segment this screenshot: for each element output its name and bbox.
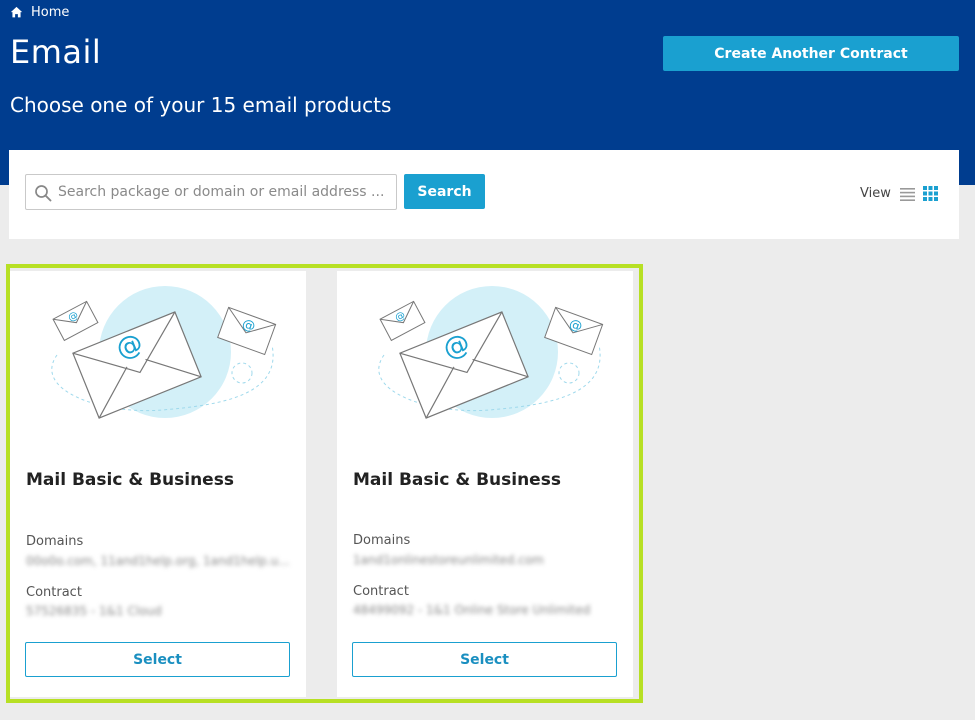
contract-label: Contract xyxy=(353,584,409,599)
product-card: @ @ @ Mail Basic & Business Domains 1and… xyxy=(337,271,633,697)
search-panel: Search View xyxy=(9,150,959,239)
contract-label: Contract xyxy=(26,585,82,600)
product-title: Mail Basic & Business xyxy=(353,470,561,490)
contract-value: 48499092 - 1&1 Online Store Unlimited xyxy=(353,603,591,617)
domains-label: Domains xyxy=(353,533,411,548)
search-box[interactable] xyxy=(25,174,397,210)
page-title: Email xyxy=(10,33,102,71)
breadcrumb-home-link[interactable]: Home xyxy=(31,5,69,20)
search-icon xyxy=(35,185,52,202)
home-icon xyxy=(10,6,23,18)
grid-view-icon[interactable] xyxy=(923,186,938,201)
view-label: View xyxy=(860,186,891,201)
breadcrumb[interactable]: Home xyxy=(10,5,69,20)
contract-value: 57526835 - 1&1 Cloud xyxy=(26,604,162,618)
product-title: Mail Basic & Business xyxy=(26,470,234,490)
domains-value: 1and1onlinestoreunlimited.com xyxy=(353,553,544,567)
email-envelopes-illustration: @ @ @ xyxy=(378,286,604,419)
domains-label: Domains xyxy=(26,534,84,549)
list-view-icon[interactable] xyxy=(900,187,915,201)
select-button[interactable]: Select xyxy=(25,642,290,677)
search-input[interactable] xyxy=(58,175,394,209)
page-subtitle: Choose one of your 15 email products xyxy=(10,93,392,117)
search-button[interactable]: Search xyxy=(404,174,485,209)
create-another-contract-button[interactable]: Create Another Contract xyxy=(663,36,959,71)
select-button[interactable]: Select xyxy=(352,642,617,677)
email-envelopes-illustration: @ @ @ xyxy=(51,286,277,419)
product-card: @ @ @ Mail Basic & Business Domains 00o0… xyxy=(10,271,306,697)
domains-value: 00o0o.com, 11and1help.org, 1and1help.u..… xyxy=(26,554,290,568)
